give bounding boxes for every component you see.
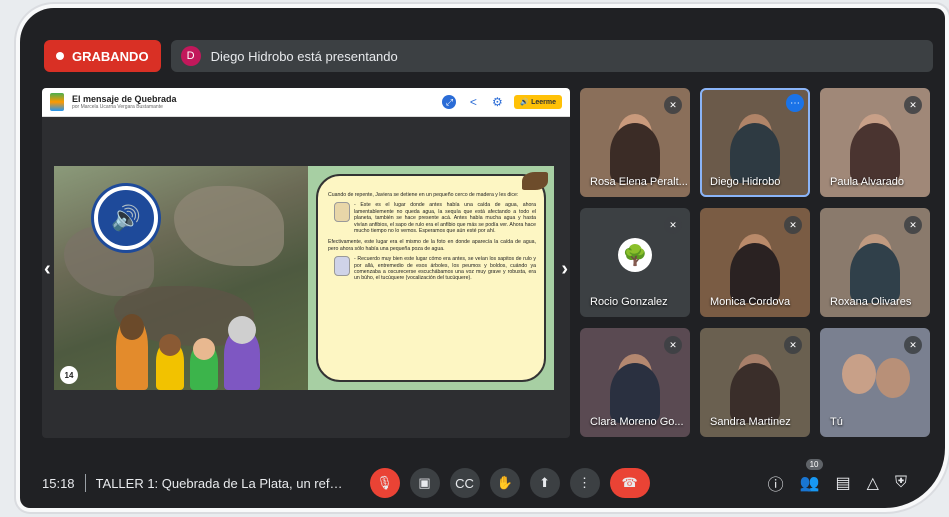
camera-icon[interactable]: ▣ — [409, 468, 440, 498]
raise-hand-icon[interactable]: ✋ — [489, 468, 520, 498]
meet-window: GRABANDO D Diego Hidrobo está presentand… — [20, 8, 945, 508]
participant-tile[interactable]: ✕ Sandra Martinez — [700, 328, 810, 437]
participant-tile[interactable]: ✕ Rosa Elena Peralt... — [580, 88, 690, 197]
story-illustration: 🔊 14 — [54, 166, 308, 390]
share-icon[interactable]: < — [466, 95, 480, 109]
host-controls-icon[interactable]: ⛨ — [895, 474, 907, 492]
side-controls: ⓘ 👥 10 ▤ △ ⛨ — [768, 459, 907, 495]
participant-name: Diego Hidrobo — [710, 176, 781, 188]
character-avatar-icon — [334, 202, 350, 223]
fullscreen-icon[interactable]: ⤢ — [442, 95, 457, 109]
app-logo-icon — [50, 93, 64, 111]
participant-tile[interactable]: ✕ Monica Cordova — [700, 208, 810, 317]
participant-name: Clara Moreno Go... — [590, 416, 684, 428]
present-icon[interactable]: ⬆ — [529, 468, 560, 498]
participant-name: Paula Alvarado — [830, 176, 904, 188]
more-options-icon[interactable]: ⋯ — [786, 94, 804, 112]
mic-off-icon: ✕ — [664, 216, 682, 234]
prev-page-icon[interactable]: ‹ — [44, 258, 51, 281]
end-call-icon[interactable]: ☎ — [609, 468, 650, 498]
info-icon[interactable]: ⓘ — [768, 471, 784, 495]
participant-tile[interactable]: ✕ Tú — [820, 328, 930, 437]
participant-tile[interactable]: ✕ Clara Moreno Go... — [580, 328, 690, 437]
top-bar: GRABANDO D Diego Hidrobo está presentand… — [44, 38, 933, 74]
participant-tile[interactable]: ✕ Roxana Olivares — [820, 208, 930, 317]
presenting-banner: D Diego Hidrobo está presentando — [170, 40, 933, 72]
story-book: 🔊 14 Cuando de repente, Javiera se detie… — [54, 166, 554, 390]
call-controls: 🎙 ▣ CC ✋ ⬆ ⋮ ☎ — [369, 468, 650, 498]
participant-count-badge: 10 — [805, 459, 823, 470]
slide-title: El mensaje de Quebrada — [72, 94, 177, 104]
people-icon[interactable]: 👥 — [800, 473, 820, 493]
character-avatar-icon — [334, 256, 350, 277]
bottom-bar: 15:18 TALLER 1: Quebrada de La Plata, un… — [20, 458, 945, 508]
participant-name: Rocio Gonzalez — [590, 296, 668, 308]
mic-off-icon: ✕ — [784, 216, 802, 234]
story-text: Cuando de repente, Javiera se detiene en… — [316, 174, 546, 382]
record-dot-icon — [56, 52, 64, 60]
next-page-icon[interactable]: › — [561, 258, 568, 281]
chat-icon[interactable]: ▤ — [836, 473, 851, 493]
story-text-page: Cuando de repente, Javiera se detiene en… — [308, 166, 554, 390]
story-quote: - Recuerdo muy bien este lugar cómo era … — [354, 256, 536, 282]
page-number: 14 — [60, 366, 78, 384]
participant-tile[interactable]: 🌳 ✕ Rocio Gonzalez — [580, 208, 690, 317]
participant-name: Sandra Martinez — [710, 416, 791, 428]
captions-icon[interactable]: CC — [449, 468, 480, 498]
story-quote: - Este es el lugar donde antes había una… — [354, 202, 536, 235]
recording-badge: GRABANDO — [44, 40, 161, 72]
activities-icon[interactable]: △ — [867, 473, 879, 493]
shared-screen: El mensaje de Quebrada por Marcela Ucarr… — [42, 88, 570, 438]
mic-off-icon: ✕ — [904, 96, 922, 114]
settings-gear-icon[interactable]: ⚙ — [490, 95, 504, 109]
participant-name: Tú — [830, 416, 843, 428]
mic-off-icon[interactable]: 🎙 — [369, 468, 400, 498]
recording-label: GRABANDO — [72, 48, 149, 64]
mic-off-icon: ✕ — [904, 216, 922, 234]
mic-off-icon: ✕ — [904, 336, 922, 354]
slide-header: El mensaje de Quebrada por Marcela Ucarr… — [42, 88, 570, 117]
meeting-title: TALLER 1: Quebrada de La Plata, un refug… — [95, 475, 344, 491]
mic-off-icon: ✕ — [664, 336, 682, 354]
mic-off-icon: ✕ — [664, 96, 682, 114]
slide-subtitle: por Marcela Ucarria Vergara Bustamante — [72, 104, 163, 110]
presenting-text: Diego Hidrobo está presentando — [210, 48, 398, 64]
story-paragraph: Efectivamente, este lugar era el mismo d… — [328, 239, 536, 252]
audio-play-icon[interactable]: 🔊 — [94, 186, 158, 250]
participant-name: Roxana Olivares — [830, 296, 912, 308]
participant-tile[interactable]: ✕ Paula Alvarado — [820, 88, 930, 197]
participant-name: Rosa Elena Peralt... — [590, 176, 688, 188]
clock: 15:18 — [42, 475, 75, 491]
presenter-avatar: D — [180, 46, 201, 66]
divider — [84, 474, 86, 492]
more-vert-icon[interactable]: ⋮ — [569, 468, 600, 498]
tree-avatar-icon: 🌳 — [618, 238, 652, 272]
leaf-decoration-icon — [522, 172, 548, 190]
story-paragraph: Cuando de repente, Javiera se detiene en… — [328, 192, 519, 198]
mic-off-icon: ✕ — [784, 336, 802, 354]
participant-name: Monica Cordova — [710, 296, 791, 308]
read-aloud-button[interactable]: 🔊 Leerme — [514, 95, 562, 109]
participant-tile[interactable]: ⋯ Diego Hidrobo — [700, 88, 810, 197]
